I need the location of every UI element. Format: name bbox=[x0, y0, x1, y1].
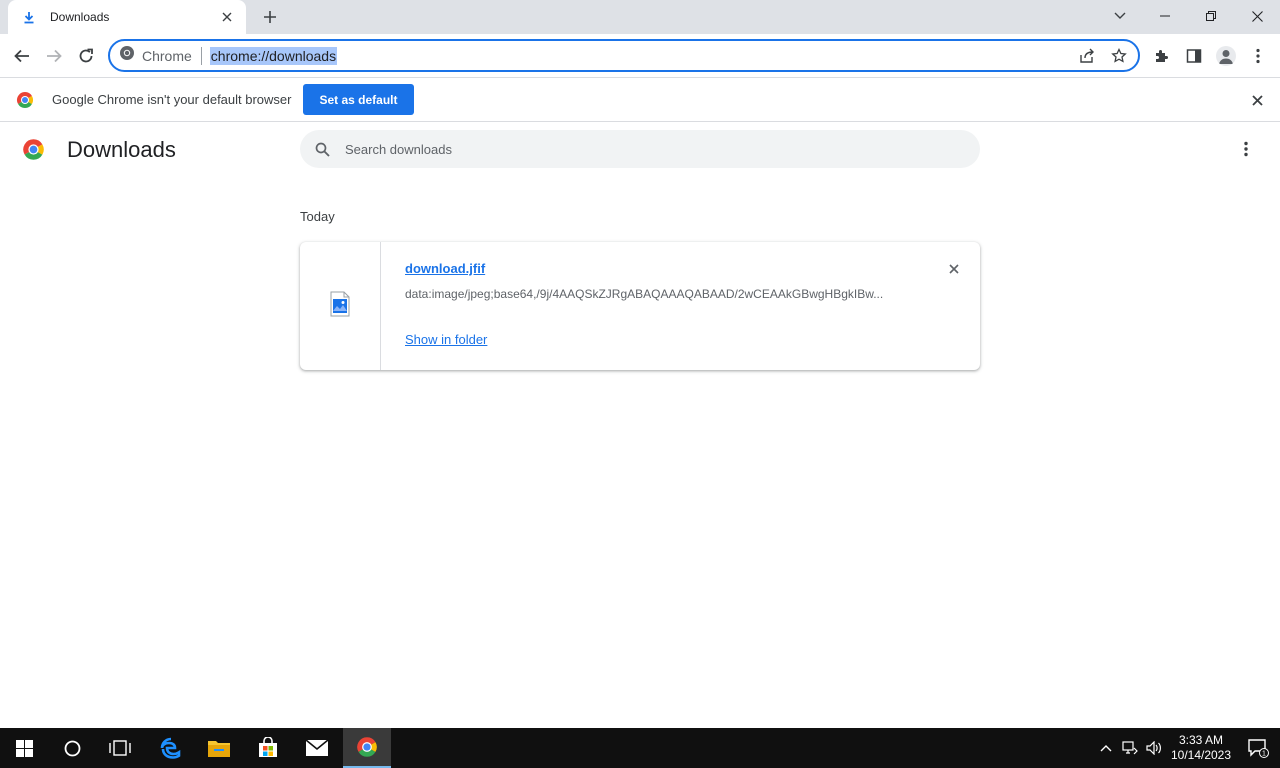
file-icon-column bbox=[300, 242, 381, 370]
start-icon[interactable] bbox=[0, 728, 48, 768]
chevron-up-icon[interactable] bbox=[1094, 728, 1118, 768]
close-window-button[interactable] bbox=[1234, 0, 1280, 32]
bookmark-star-icon[interactable] bbox=[1106, 45, 1132, 67]
profile-button[interactable] bbox=[1212, 42, 1240, 70]
search-input[interactable]: Search downloads bbox=[345, 142, 452, 157]
notification-center-icon[interactable]: 1 bbox=[1236, 728, 1280, 768]
side-panel-icon[interactable] bbox=[1180, 42, 1208, 70]
avatar-icon bbox=[1216, 46, 1236, 66]
site-label: Chrome bbox=[142, 47, 192, 64]
tab-search-button[interactable] bbox=[1108, 4, 1132, 28]
chrome-icon[interactable] bbox=[343, 728, 391, 768]
downloads-page: Downloads Search downloads Today downloa… bbox=[0, 123, 1280, 728]
file-source-url: data:image/jpeg;base64,/9j/4AAQSkZJRgABA… bbox=[405, 287, 884, 301]
back-button[interactable] bbox=[8, 42, 36, 70]
forward-button[interactable] bbox=[40, 42, 68, 70]
extensions-icon[interactable] bbox=[1148, 42, 1176, 70]
page-title: Downloads bbox=[67, 137, 176, 162]
file-explorer-icon[interactable] bbox=[195, 728, 243, 768]
clock-time: 3:33 AM bbox=[1178, 733, 1224, 747]
notification-count: 1 bbox=[1262, 751, 1266, 758]
site-info-chip[interactable]: Chrome bbox=[110, 45, 192, 66]
file-name-link[interactable]: download.jfif bbox=[405, 261, 485, 276]
chrome-logo-icon bbox=[119, 45, 135, 66]
infobar-message: Google Chrome isn't your default browser bbox=[52, 92, 292, 107]
edge-icon[interactable] bbox=[147, 728, 195, 768]
minimize-button[interactable] bbox=[1142, 0, 1188, 32]
restore-button[interactable] bbox=[1188, 0, 1234, 32]
search-icon[interactable] bbox=[48, 728, 96, 768]
download-item: download.jfif data:image/jpeg;base64,/9j… bbox=[300, 242, 980, 370]
mail-icon[interactable] bbox=[293, 728, 341, 768]
store-icon[interactable] bbox=[244, 728, 292, 768]
tab-downloads[interactable]: Downloads bbox=[8, 0, 246, 34]
search-downloads-field[interactable]: Search downloads bbox=[300, 130, 980, 168]
task-view-icon[interactable] bbox=[96, 728, 144, 768]
chrome-menu-icon[interactable] bbox=[1244, 42, 1272, 70]
reload-button[interactable] bbox=[72, 42, 100, 70]
system-tray: 3:33 AM 10/14/2023 1 bbox=[1094, 728, 1280, 768]
clock-date: 10/14/2023 bbox=[1170, 748, 1232, 762]
remove-item-icon[interactable] bbox=[944, 259, 964, 279]
new-tab-button[interactable] bbox=[258, 5, 282, 29]
tab-strip: Downloads bbox=[0, 0, 1280, 34]
tab-close-icon[interactable] bbox=[218, 8, 236, 26]
search-icon bbox=[313, 140, 331, 158]
omnibox-separator bbox=[200, 46, 202, 65]
taskbar: 3:33 AM 10/14/2023 1 bbox=[0, 728, 1280, 768]
address-bar[interactable]: Chrome chrome://downloads bbox=[108, 39, 1140, 72]
more-actions-icon[interactable] bbox=[1234, 137, 1258, 161]
set-as-default-button[interactable]: Set as default bbox=[303, 84, 414, 115]
download-icon bbox=[22, 10, 36, 24]
share-icon[interactable] bbox=[1074, 45, 1100, 67]
image-file-icon bbox=[330, 291, 350, 322]
toolbar: Chrome chrome://downloads bbox=[0, 34, 1280, 77]
chrome-logo-icon bbox=[16, 91, 34, 109]
url-text[interactable]: chrome://downloads bbox=[209, 46, 338, 65]
show-in-folder-link[interactable]: Show in folder bbox=[405, 332, 487, 347]
system-clock[interactable]: 3:33 AM 10/14/2023 bbox=[1166, 733, 1236, 763]
date-heading: Today bbox=[300, 209, 335, 224]
volume-icon[interactable] bbox=[1142, 728, 1166, 768]
default-browser-infobar: Google Chrome isn't your default browser… bbox=[0, 77, 1280, 122]
infobar-close-icon[interactable] bbox=[1248, 91, 1266, 109]
network-icon[interactable] bbox=[1118, 728, 1142, 768]
chrome-logo-icon bbox=[22, 138, 45, 161]
tab-title: Downloads bbox=[50, 10, 110, 24]
